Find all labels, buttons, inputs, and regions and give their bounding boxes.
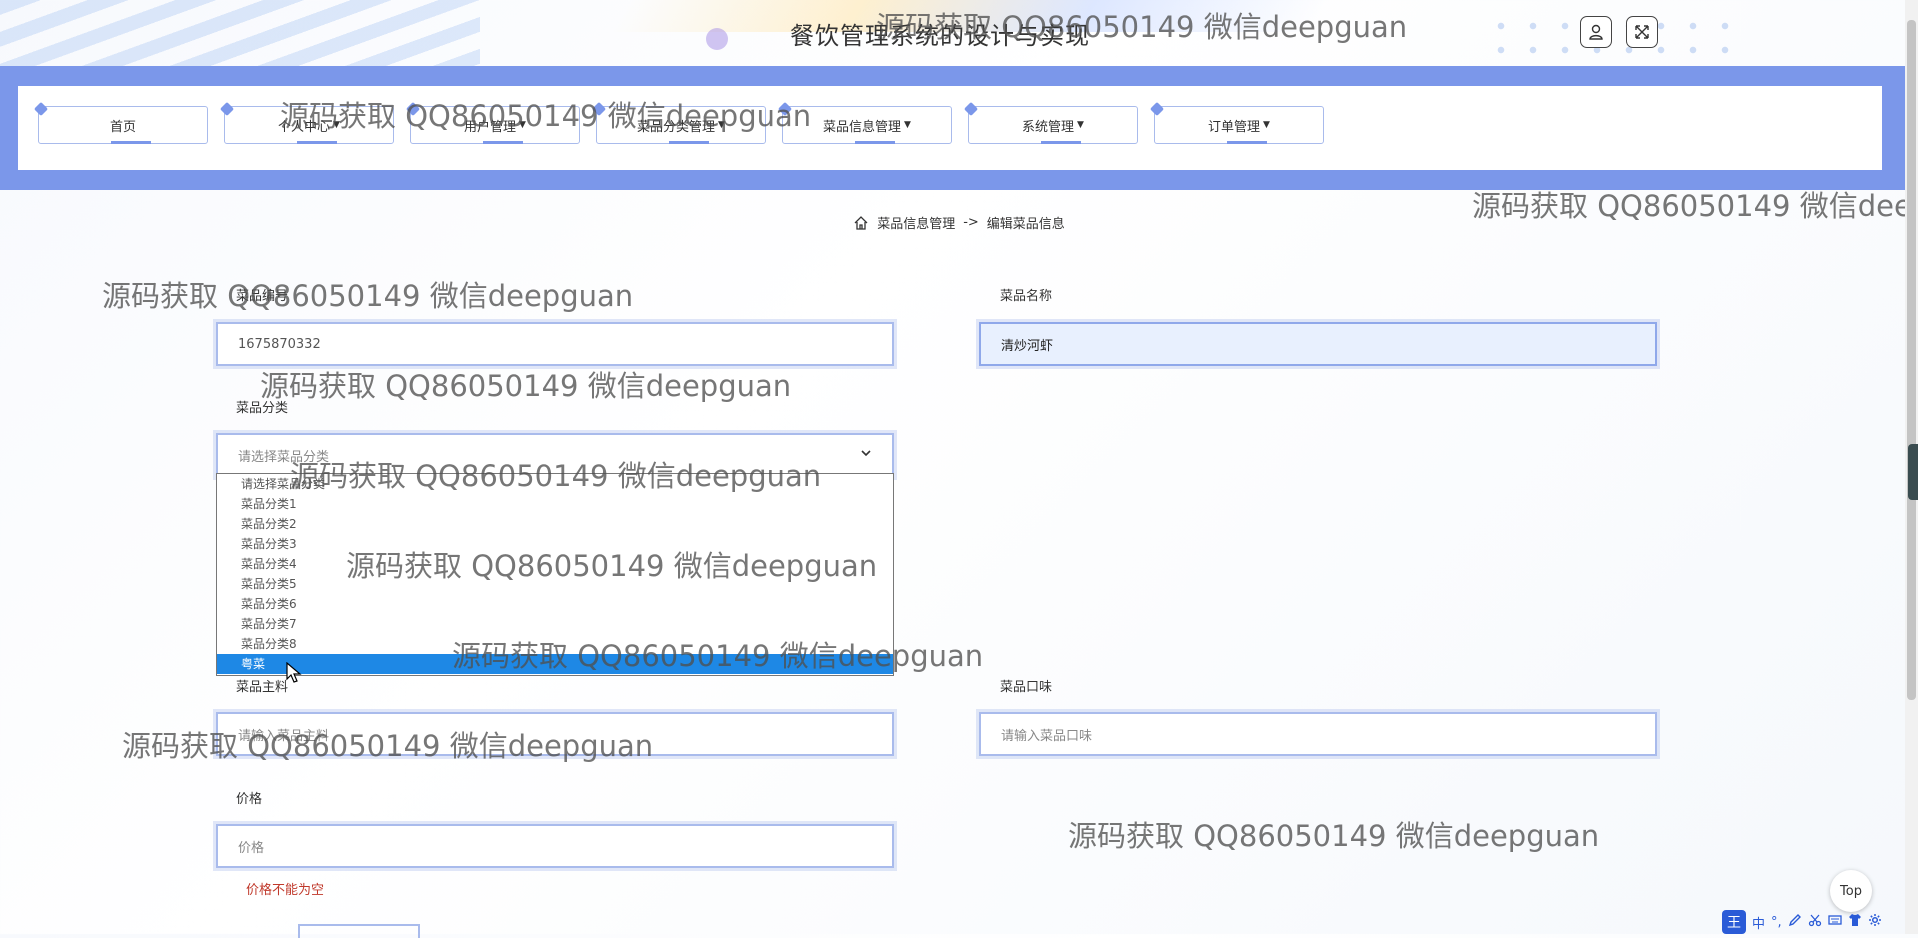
corner-decoration [33,101,49,117]
nav-item-personal-center[interactable]: 个人中心 ▼ [219,101,394,144]
caret-down-icon: ▼ [904,120,911,130]
keyboard-icon[interactable] [1828,913,1842,931]
main-nav: 首页 个人中心 ▼ 用户管理 ▼ 菜品分类管理 ▼ 菜品信息管理 ▼ 系统管理 … [18,86,1882,170]
dropdown-option[interactable]: 菜品分类5 [217,574,893,594]
dropdown-option[interactable]: 菜品分类3 [217,534,893,554]
taste-input[interactable]: 请输入菜品口味 [979,712,1657,756]
settings-icon[interactable] [1868,913,1882,931]
corner-decoration [963,101,979,117]
taste-label: 菜品口味 [1000,680,1053,695]
ime-logo-icon[interactable]: 王 [1722,910,1746,934]
nav-item-label: 系统管理 [1022,119,1075,135]
scissors-icon[interactable] [1808,913,1822,931]
dish-id-label: 菜品编号 [236,289,289,304]
header-actions [1580,16,1658,48]
fullscreen-icon[interactable] [1626,16,1658,48]
corner-decoration [219,101,235,117]
corner-decoration [777,101,793,117]
nav-band: 首页 个人中心 ▼ 用户管理 ▼ 菜品分类管理 ▼ 菜品信息管理 ▼ 系统管理 … [0,66,1905,190]
back-to-top-button[interactable]: Top [1830,870,1872,912]
main-ingredient-label: 菜品主料 [236,680,289,695]
nav-item-order-management[interactable]: 订单管理 ▼ [1149,101,1324,144]
nav-item-label: 菜品分类管理 [637,119,716,135]
nav-underline [297,141,337,144]
category-select-value: 请选择菜品分类 [238,449,330,465]
dropdown-option[interactable]: 菜品分类1 [217,494,893,514]
dropdown-option[interactable]: 菜品分类6 [217,594,893,614]
category-label: 菜品分类 [236,401,289,416]
user-icon[interactable] [1580,16,1612,48]
caret-down-icon: ▼ [333,120,340,130]
dropdown-option[interactable]: 请选择菜品分类 [217,474,893,494]
chevron-down-icon [860,447,872,463]
dropdown-option-highlighted[interactable]: 粤菜 [217,654,893,674]
price-input[interactable]: 价格 [216,824,894,868]
nav-item-home[interactable]: 首页 [33,101,208,144]
nav-underline [483,141,523,144]
home-icon[interactable] [853,215,869,231]
price-label: 价格 [236,792,263,807]
dish-name-input[interactable]: 清炒河虾 [979,322,1657,366]
watermark: 源码获取 QQ86050149 微信deepguan [1068,819,1600,853]
caret-down-icon: ▼ [718,120,725,130]
dropdown-option[interactable]: 菜品分类7 [217,614,893,634]
dropdown-option[interactable]: 菜品分类2 [217,514,893,534]
nav-item-dish-info-management[interactable]: 菜品信息管理 ▼ [777,101,952,144]
price-error-message: 价格不能为空 [246,883,325,898]
main-ingredient-input[interactable]: 请输入菜品主料 [216,712,894,756]
shirt-icon[interactable] [1848,913,1862,931]
nav-item-label: 订单管理 [1208,119,1261,135]
breadcrumb-section[interactable]: 菜品信息管理 [877,213,955,232]
dropdown-option[interactable]: 菜品分类8 [217,634,893,654]
nav-item-system-management[interactable]: 系统管理 ▼ [963,101,1138,144]
corner-decoration [405,101,421,117]
nav-item-label: 用户管理 [464,119,517,135]
nav-item-label: 首页 [109,119,136,135]
caret-down-icon: ▼ [1077,120,1084,130]
nav-underline [1041,141,1081,144]
caret-down-icon: ▼ [1263,120,1270,130]
dish-id-input[interactable]: 1675870332 [216,322,894,366]
dropdown-option[interactable]: 菜品分类4 [217,554,893,574]
ime-punctuation[interactable]: °, [1771,915,1782,930]
dish-name-label: 菜品名称 [1000,289,1053,304]
nav-item-user-management[interactable]: 用户管理 ▼ [405,101,580,144]
nav-item-label: 菜品信息管理 [823,119,902,135]
nav-item-dish-category-management[interactable]: 菜品分类管理 ▼ [591,101,766,144]
mouse-cursor-icon [286,661,302,688]
category-select[interactable]: 请选择菜品分类 [216,433,894,477]
breadcrumb: 菜品信息管理 -> 编辑菜品信息 [0,213,1918,232]
next-form-control[interactable] [298,924,420,938]
caret-down-icon: ▼ [519,120,526,130]
nav-underline [111,141,151,144]
nav-underline [1227,141,1267,144]
watermark: 源码获取 QQ86050149 微信deepguan [102,279,634,313]
breadcrumb-current: 编辑菜品信息 [986,217,1065,232]
nav-underline [669,141,709,144]
ime-toolbar: 王 中 °, [1722,910,1882,934]
watermark: 源码获取 QQ86050149 微信deepguan [260,369,792,403]
nav-underline [855,141,895,144]
side-handle[interactable] [1908,444,1918,500]
pen-icon[interactable] [1788,913,1802,931]
ime-mode[interactable]: 中 [1752,913,1765,932]
nav-item-label: 个人中心 [278,119,331,135]
corner-decoration [591,101,607,117]
category-dropdown-list: 请选择菜品分类 菜品分类1 菜品分类2 菜品分类3 菜品分类4 菜品分类5 菜品… [216,473,894,676]
breadcrumb-separator: -> [963,215,979,230]
corner-decoration [1149,101,1165,117]
scrollbar-thumb[interactable] [1907,20,1916,700]
